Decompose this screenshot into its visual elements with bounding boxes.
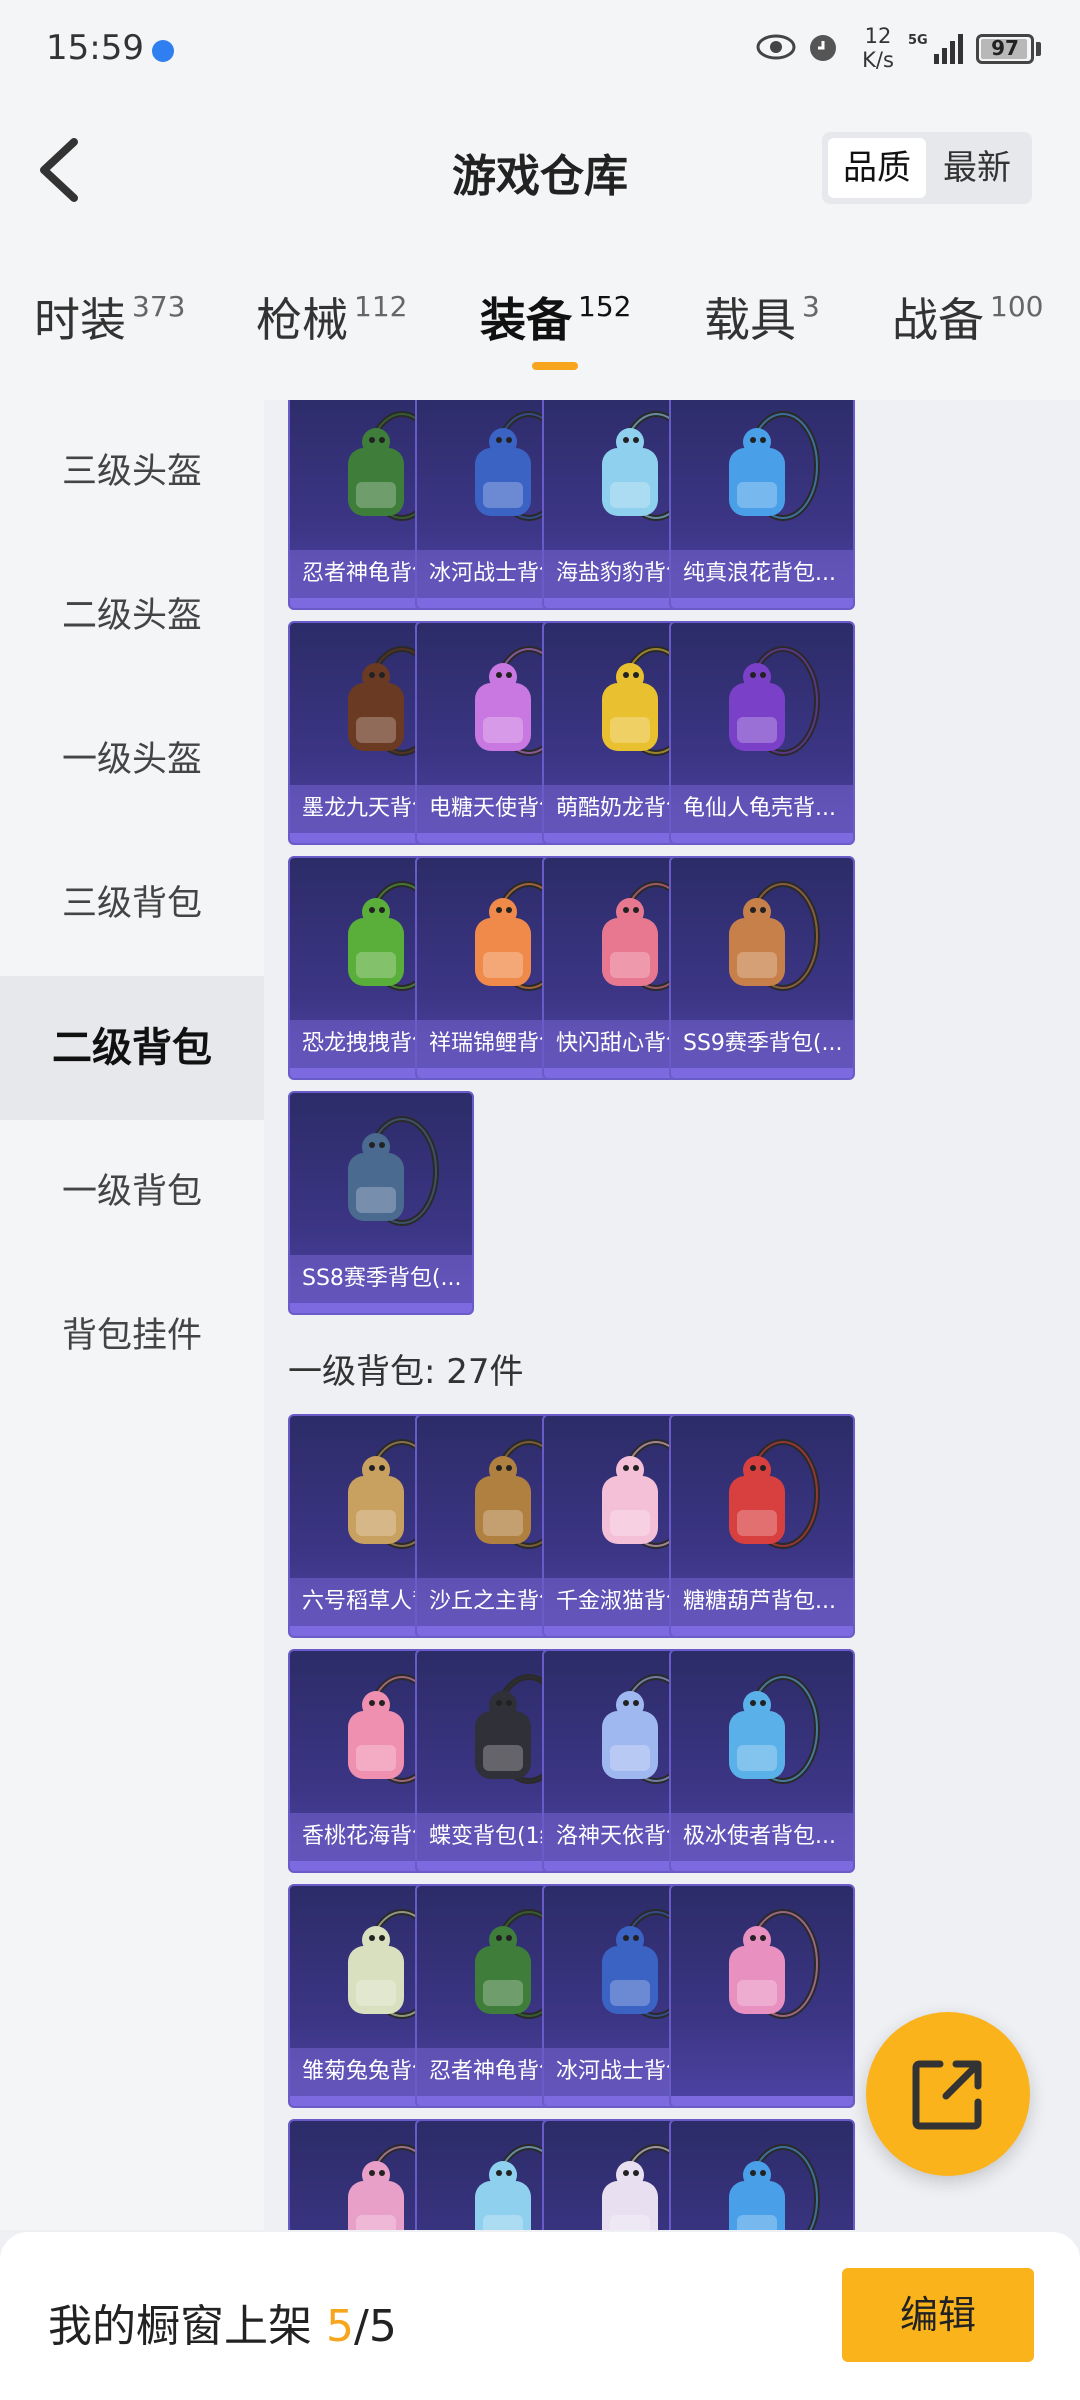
battery-icon: 97 (976, 34, 1034, 64)
gourd-backpack-icon (729, 1439, 820, 1549)
sidebar-item-backpack-lv3[interactable]: 三级背包 (0, 832, 264, 976)
tab-count: 3 (802, 290, 820, 323)
active-tab-indicator (532, 362, 578, 370)
battery-level: 97 (991, 36, 1019, 60)
item-name: 龟仙人龟壳背... (671, 785, 853, 833)
tab-fashion[interactable]: 时装 373 (34, 284, 185, 354)
card-quality-bar (671, 1861, 853, 1871)
status-bar: 15:59 12 K/s 5G 97 (0, 0, 1080, 84)
showcase-label: 我的橱窗上架 (48, 2301, 312, 2352)
tab-count: 373 (132, 290, 186, 323)
net-speed: 12 K/s (862, 24, 894, 72)
status-time: 15:59 (46, 28, 144, 68)
tab-label: 时装 (34, 293, 126, 347)
sort-newest-button[interactable]: 最新 (928, 138, 1026, 198)
sidebar-item-pendant[interactable]: 背包挂件 (0, 1264, 264, 1408)
item-card[interactable] (669, 2119, 855, 2230)
item-card[interactable]: SS8赛季背包(... (288, 1091, 474, 1315)
tab-supplies[interactable]: 战备 100 (892, 284, 1043, 354)
section-heading: 一级背包: 27件 (288, 1352, 524, 1392)
eye-icon (756, 34, 796, 60)
category-sidebar: 三级头盔 二级头盔 一级头盔 三级背包 二级背包 一级背包 背包挂件 (0, 400, 264, 2230)
item-name: 糖糖葫芦背包... (671, 1578, 853, 1626)
showcase-separator: / (354, 2301, 369, 2352)
ss9-backpack-icon (729, 881, 820, 991)
item-card[interactable]: 纯真浪花背包... (669, 400, 855, 610)
wave-backpack-icon (729, 411, 820, 521)
share-external-icon (912, 2060, 982, 2130)
item-card[interactable]: 糖糖葫芦背包... (669, 1414, 855, 1638)
tab-count: 100 (990, 290, 1044, 323)
sidebar-item-backpack-lv1[interactable]: 一级背包 (0, 1120, 264, 1264)
back-button[interactable] (30, 130, 90, 210)
turtle-shell-backpack-icon (729, 646, 820, 756)
chevron-left-icon (40, 138, 78, 202)
sidebar-item-backpack-lv2[interactable]: 二级背包 (0, 976, 264, 1120)
showcase-total-count: 5 (368, 2301, 397, 2352)
item-name: SS8赛季背包(... (290, 1255, 472, 1303)
card-quality-bar (671, 833, 853, 843)
tab-vehicles[interactable]: 载具 3 (704, 284, 820, 354)
tab-label: 载具 (704, 293, 796, 347)
item-card[interactable]: 极冰使者背包... (669, 1649, 855, 1873)
page-title: 游戏仓库 (452, 151, 628, 202)
header: 游戏仓库 品质 最新 时装 373 枪械 112 装备 152 载具 3 战备 100 (0, 84, 1080, 400)
showcase-status: 我的橱窗上架 5/5 (48, 2290, 397, 2354)
sidebar-item-helmet-lv3[interactable]: 三级头盔 (0, 400, 264, 544)
pink-backpack-icon (729, 1909, 820, 2019)
item-name: SS9赛季背包(... (671, 1020, 853, 1068)
item-grid: 一级背包: 27件 忍者神龟背包... 冰河战士背包... 海盐豹豹背包... 纯真浪… (264, 400, 1080, 2230)
tab-count: 152 (578, 290, 632, 323)
card-quality-bar (671, 2096, 853, 2106)
item-card[interactable]: 龟仙人龟壳背... (669, 621, 855, 845)
card-quality-bar (671, 1068, 853, 1078)
tab-count: 112 (354, 290, 408, 323)
edit-button[interactable]: 编辑 (842, 2268, 1034, 2362)
share-button[interactable] (866, 2012, 1030, 2176)
card-quality-bar (290, 1303, 472, 1313)
battery-cap (1036, 42, 1041, 56)
sort-quality-button[interactable]: 品质 (828, 138, 926, 198)
tab-label: 战备 (892, 293, 984, 347)
sort-toggle: 品质 最新 (822, 132, 1032, 204)
svg-text:5G: 5G (908, 33, 928, 48)
card-quality-bar (671, 1626, 853, 1636)
notification-dot-icon (152, 40, 174, 62)
ice-backpack-icon (729, 1674, 820, 1784)
item-card[interactable] (669, 1884, 855, 2108)
tab-label: 装备 (480, 293, 572, 347)
sidebar-item-helmet-lv2[interactable]: 二级头盔 (0, 544, 264, 688)
tab-guns[interactable]: 枪械 112 (256, 284, 407, 354)
item-name: 纯真浪花背包... (671, 550, 853, 598)
tab-equipment[interactable]: 装备 152 (480, 284, 631, 354)
alarm-icon (810, 35, 836, 61)
ss8-backpack-icon (348, 1116, 439, 1226)
showcase-current-count: 5 (326, 2301, 354, 2352)
sidebar-item-helmet-lv1[interactable]: 一级头盔 (0, 688, 264, 832)
bottom-bar: 我的橱窗上架 5/5 编辑 (0, 2232, 1080, 2400)
tab-label: 枪械 (256, 293, 348, 347)
item-card[interactable]: SS9赛季背包(... (669, 856, 855, 1080)
signal-icon: 5G (908, 33, 963, 64)
card-quality-bar (671, 598, 853, 608)
item-name: 极冰使者背包... (671, 1813, 853, 1861)
wave-backpack-icon (729, 2144, 820, 2230)
